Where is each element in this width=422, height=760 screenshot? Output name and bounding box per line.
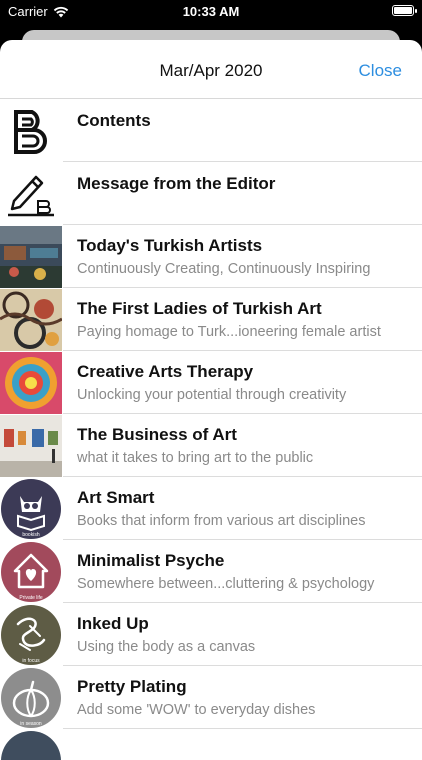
- owl-book-icon: bookish: [0, 478, 62, 540]
- list-item-next-partial[interactable]: [0, 729, 422, 760]
- list-item-pretty-plating[interactable]: in season Pretty Plating Add some 'WOW' …: [0, 666, 422, 729]
- pattern-art-thumbnail: [0, 289, 62, 351]
- status-time: 10:33 AM: [182, 4, 240, 19]
- row-subtitle: Somewhere between...cluttering & psychol…: [77, 576, 375, 592]
- logo-b-icon: [0, 100, 62, 162]
- list-item-creative-arts-therapy[interactable]: Creative Arts Therapy Unlocking your pot…: [0, 351, 422, 414]
- list-item-todays-turkish-artists[interactable]: Today's Turkish Artists Continuously Cre…: [0, 225, 422, 288]
- next-item-icon: [0, 730, 62, 760]
- row-title: Pretty Plating: [77, 677, 187, 696]
- close-button[interactable]: Close: [359, 61, 402, 81]
- battery-icon: [392, 5, 417, 16]
- row-title: The First Ladies of Turkish Art: [77, 299, 322, 318]
- pencil-icon: [0, 163, 62, 225]
- list-item-editor-message[interactable]: Message from the Editor: [0, 162, 422, 225]
- list-item-contents[interactable]: Contents: [0, 99, 422, 162]
- list-item-art-smart[interactable]: bookish Art Smart Books that inform from…: [0, 477, 422, 540]
- contents-sheet: Mar/Apr 2020 Close Contents Message from…: [0, 40, 422, 760]
- pumpkin-icon: in season: [0, 667, 62, 729]
- house-heart-icon: Private life: [0, 541, 62, 603]
- row-subtitle: what it takes to bring art to the public: [77, 450, 314, 466]
- row-title: Contents: [77, 111, 151, 130]
- badge-label: Private life: [19, 595, 43, 601]
- row-title: Message from the Editor: [77, 174, 276, 193]
- list-item-inked-up[interactable]: in focus Inked Up Using the body as a ca…: [0, 603, 422, 666]
- row-title: Minimalist Psyche: [77, 551, 225, 570]
- gallery-hall-thumbnail: [0, 415, 62, 477]
- row-subtitle: Add some 'WOW' to everyday dishes: [77, 702, 316, 718]
- row-subtitle: Books that inform from various art disci…: [77, 513, 366, 529]
- gallery-photo-thumbnail: [0, 226, 62, 288]
- list-item-minimalist-psyche[interactable]: Private life Minimalist Psyche Somewhere…: [0, 540, 422, 603]
- badge-label: in season: [20, 721, 42, 727]
- row-title: The Business of Art: [77, 425, 237, 444]
- nav-bar: Mar/Apr 2020 Close: [0, 40, 422, 99]
- row-title: Creative Arts Therapy: [77, 362, 254, 381]
- list-item-first-ladies[interactable]: The First Ladies of Turkish Art Paying h…: [0, 288, 422, 351]
- row-subtitle: Using the body as a canvas: [77, 639, 256, 655]
- row-subtitle: Paying homage to Turk...ioneering female…: [77, 324, 381, 340]
- row-title: Art Smart: [77, 488, 155, 507]
- row-subtitle: Continuously Creating, Continuously Insp…: [77, 261, 371, 277]
- badge-label: bookish: [22, 532, 39, 538]
- row-title: Today's Turkish Artists: [77, 236, 263, 255]
- row-title: Inked Up: [77, 614, 149, 633]
- paint-swirl-thumbnail: [0, 352, 62, 414]
- badge-label: in focus: [22, 658, 40, 664]
- tattoo-icon: in focus: [0, 604, 62, 666]
- list-item-business-of-art[interactable]: The Business of Art what it takes to bri…: [0, 414, 422, 477]
- row-subtitle: Unlocking your potential through creativ…: [77, 387, 347, 403]
- status-bar: Carrier 10:33 AM: [0, 0, 422, 24]
